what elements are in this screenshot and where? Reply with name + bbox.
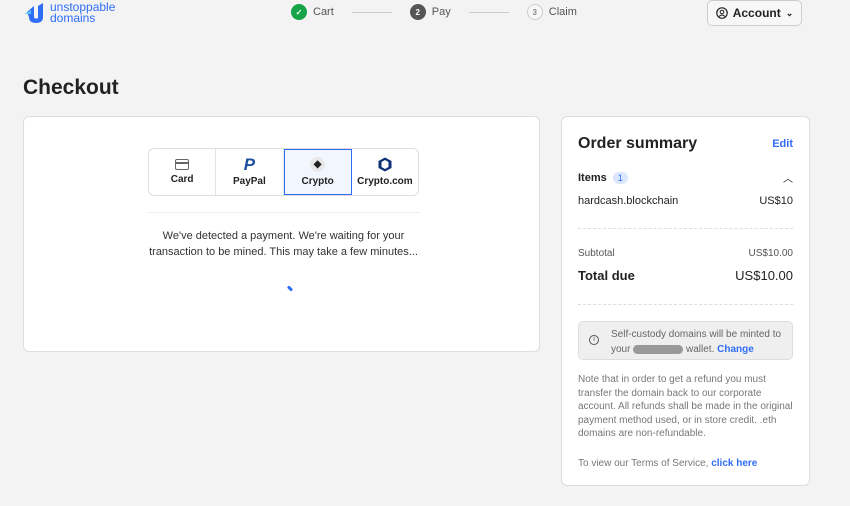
divider: [351, 11, 392, 13]
step-label: Pay: [431, 6, 451, 18]
subtotal-value: US$10.00: [748, 248, 793, 259]
divider: [578, 304, 793, 305]
payment-panel: Card P PayPal ◆ Crypto Crypto.com We've de…: [23, 116, 540, 352]
wallet-name-redacted: [633, 344, 684, 354]
notice-text-2: wallet.: [686, 344, 715, 355]
summary-title: Order summary: [578, 135, 698, 152]
step-label: Cart: [313, 6, 334, 18]
item-name: hardcash.blockchain: [578, 195, 679, 207]
account-label: Account: [732, 6, 781, 20]
payment-methods: Card P PayPal ◆ Crypto Crypto.com: [148, 148, 419, 196]
logo-text-2: domains: [50, 11, 96, 25]
change-wallet-link[interactable]: Change: [717, 344, 754, 355]
step-pay: 2 Pay: [409, 4, 451, 20]
step-claim: 3 Claim: [526, 4, 577, 20]
items-label: Items: [578, 171, 607, 184]
info-icon: i: [589, 335, 599, 345]
items-header[interactable]: Items 1: [578, 171, 628, 184]
mint-notice: i Self-custody domains will be minted to…: [578, 321, 793, 360]
step-label: Claim: [548, 6, 577, 18]
method-card[interactable]: Card: [149, 149, 217, 195]
divider: [468, 11, 509, 13]
method-label: Crypto.com: [357, 176, 413, 187]
edit-link[interactable]: Edit: [772, 138, 793, 150]
ethereum-icon: ◆: [310, 157, 326, 172]
logo-icon: [25, 3, 43, 23]
page-title: Checkout: [23, 76, 119, 99]
step-number: 3: [526, 4, 543, 20]
method-label: Crypto: [301, 176, 334, 187]
step-number: 2: [409, 4, 426, 20]
tos-text: To view our Terms of Service,: [578, 458, 709, 469]
refund-note: Note that in order to get a refund you m…: [578, 374, 793, 439]
items-count-badge: 1: [612, 171, 628, 184]
total-value: US$10.00: [735, 268, 793, 283]
crypto-com-icon: [378, 157, 392, 172]
paypal-icon: P: [243, 154, 256, 174]
subtotal-label: Subtotal: [578, 248, 615, 259]
chevron-up-icon[interactable]: ︿: [783, 170, 793, 185]
user-icon: [715, 7, 728, 19]
account-button[interactable]: Account ⌄: [707, 0, 802, 26]
item-price: US$10: [759, 195, 793, 207]
payment-status-message: We've detected a payment. We're waiting …: [149, 230, 418, 258]
divider: [148, 212, 419, 213]
method-label: PayPal: [232, 175, 266, 187]
method-crypto-com[interactable]: Crypto.com: [352, 149, 418, 195]
divider: [578, 228, 793, 229]
card-icon: [175, 159, 190, 170]
chevron-down-icon: ⌄: [785, 7, 794, 18]
check-icon: ✓: [291, 4, 307, 20]
method-label: Card: [170, 174, 194, 185]
step-cart: ✓ Cart: [291, 4, 334, 20]
loading-spinner-icon: [286, 285, 294, 292]
tos-link[interactable]: click here: [711, 458, 757, 469]
total-label: Total due: [578, 268, 635, 283]
order-summary: Order summary Edit Items 1 ︿ hardcash.block…: [561, 116, 810, 486]
checkout-steps: ✓ Cart 2 Pay 3 Claim: [291, 4, 577, 20]
method-crypto[interactable]: ◆ Crypto: [283, 149, 352, 195]
method-paypal[interactable]: P PayPal: [216, 149, 284, 195]
logo[interactable]: unstoppable domains: [24, 1, 115, 25]
